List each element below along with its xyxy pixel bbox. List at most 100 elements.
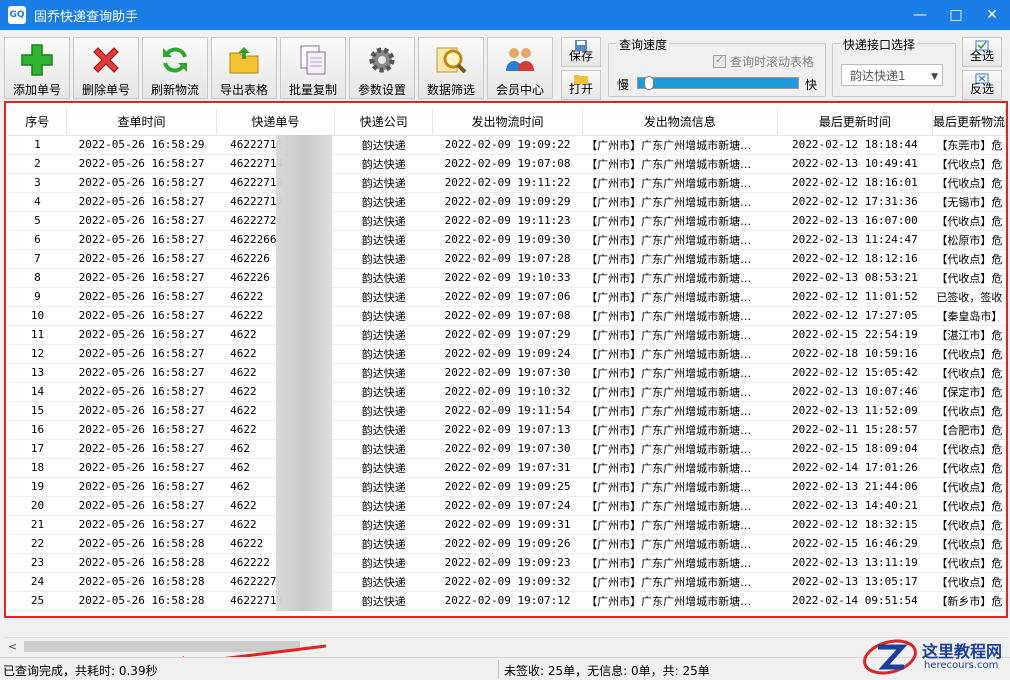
batch-copy-button[interactable]: 批量复制 [280,37,346,99]
cell-company: 韵达快递 [334,268,433,288]
speed-group-title: 查询速度 [617,36,670,53]
cell-last-info: 【代收点】危 [932,268,1006,288]
member-center-label: 会员中心 [495,83,544,97]
export-table-button[interactable]: 导出表格 [211,37,277,99]
cell-no: 22 [8,534,67,554]
column-header[interactable]: 发出物流时间 [432,109,583,136]
scroll-left-icon[interactable]: < [8,640,17,653]
table-row[interactable]: 24 2022-05-26 16:58:28 4622227 韵达快递 2022-02-… [8,572,1006,592]
scroll-table-checkbox[interactable]: 查询时滚动表格 [713,53,814,70]
table-row[interactable]: 25 2022-05-26 16:58:28 46222713 韵达快递 2022-02… [8,591,1006,611]
table-row[interactable]: 19 2022-05-26 16:58:27 462 韵达快递 2022-02-09 1… [8,477,1006,497]
add-tracking-button[interactable]: 添加单号 [4,37,70,99]
cell-ship-time: 2022-02-09 19:09:23 [432,553,583,573]
cell-ship-time: 2022-02-09 19:09:22 [432,135,583,155]
column-header[interactable]: 快递单号 [216,109,336,136]
save-icon [575,40,587,51]
table-row[interactable]: 14 2022-05-26 16:58:27 4622 韵达快递 2022-02-09 … [8,382,1006,402]
fast-label: 快 [805,78,818,92]
open-button[interactable]: 打开 [561,70,601,100]
cell-no: 10 [8,306,67,326]
minimize-button[interactable]: — [902,0,938,30]
cell-no: 16 [8,420,67,440]
table-row[interactable]: 5 2022-05-26 16:58:27 4622272! 韵达快递 2022-02-… [8,211,1006,231]
close-button[interactable]: ✕ [974,0,1010,30]
table-row[interactable]: 11 2022-05-26 16:58:27 4622 韵达快递 2022-02-09 … [8,325,1006,345]
cell-last-info: 【代收点】危 [932,211,1006,231]
table-row[interactable]: 6 2022-05-26 16:58:27 4622266 韵达快递 2022-02-0… [8,230,1006,250]
column-header[interactable]: 最后更新物流 [932,109,1006,136]
table-row[interactable]: 17 2022-05-26 16:58:27 462 韵达快递 2022-02-09 1… [8,439,1006,459]
table-row[interactable]: 3 2022-05-26 16:58:27 46222719 韵达快递 2022-02-… [8,173,1006,193]
slow-label: 慢 [617,78,630,92]
cell-last-time: 2022-02-12 17:31:36 [777,192,933,212]
member-center-button[interactable]: 会员中心 [487,37,553,99]
table-row[interactable]: 2 2022-05-26 16:58:27 46222714 韵达快递 2022-02-… [8,154,1006,174]
cell-ship-time: 2022-02-09 19:07:24 [432,496,583,516]
table-row[interactable]: 9 2022-05-26 16:58:27 46222 韵达快递 2022-02-09 … [8,287,1006,307]
cell-ship-info: 【广州市】广东广州增城市新塘… [582,306,778,326]
table-row[interactable]: 1 2022-05-26 16:58:29 4622271€ 韵达快递 2022-02-… [8,135,1006,155]
refresh-logistics-button[interactable]: 刷新物流 [142,37,208,99]
column-header[interactable]: 快递公司 [334,109,434,136]
table-row[interactable]: 18 2022-05-26 16:58:27 462 韵达快递 2022-02-09 1… [8,458,1006,478]
cell-last-time: 2022-02-13 13:05:17 [777,572,933,592]
table-body: 1 2022-05-26 16:58:29 4622271€ 韵达快递 2022-02-… [8,135,1006,611]
cell-query-time: 2022-05-26 16:58:27 [66,230,217,250]
cell-company: 韵达快递 [334,344,433,364]
cell-last-time: 2022-02-15 18:09:04 [777,439,933,459]
column-header[interactable]: 最后更新时间 [777,109,933,136]
cell-last-time: 2022-02-15 22:54:19 [777,325,933,345]
cell-last-info: 【代收点】危 [932,553,1006,573]
cell-company: 韵达快递 [334,287,433,307]
table-row[interactable]: 10 2022-05-26 16:58:27 46222 韵达快递 2022-02-09… [8,306,1006,326]
batch-copy-label: 批量复制 [288,83,337,97]
cell-last-info: 【代收点】危 [932,439,1006,459]
watermark-url: herecours.com [924,660,999,671]
table-row[interactable]: 8 2022-05-26 16:58:27 462226 韵达快递 2022-02-09… [8,268,1006,288]
delete-tracking-button[interactable]: 删除单号 [73,37,139,99]
table-row[interactable]: 22 2022-05-26 16:58:28 46222 韵达快递 2022-02-09… [8,534,1006,554]
cell-last-info: 【代收点】危 [932,154,1006,174]
table-row[interactable]: 7 2022-05-26 16:58:27 462226 韵达快递 2022-02-09… [8,249,1006,269]
table-row[interactable]: 21 2022-05-26 16:58:27 4622 韵达快递 2022-02-09 … [8,515,1006,535]
save-button[interactable]: 保存 [561,37,601,67]
cell-query-time: 2022-05-26 16:58:27 [66,496,217,516]
cell-ship-info: 【广州市】广东广州增城市新塘… [582,325,778,345]
speed-slider[interactable] [637,76,799,90]
invert-selection-button[interactable]: 反选 [962,70,1002,100]
column-header[interactable]: 查单时间 [66,109,217,136]
cell-last-time: 2022-02-13 11:52:09 [777,401,933,421]
cell-no: 11 [8,325,67,345]
cell-no: 20 [8,496,67,516]
cell-last-info: 已签收，签收 [932,287,1006,307]
cell-no: 4 [8,192,67,212]
cell-no: 12 [8,344,67,364]
table-row[interactable]: 4 2022-05-26 16:58:27 46222719 韵达快递 2022-02-… [8,192,1006,212]
column-header[interactable]: 发出物流信息 [582,109,778,136]
table-row[interactable]: 23 2022-05-26 16:58:28 462222 韵达快递 2022-02-0… [8,553,1006,573]
delete-x-icon [88,42,124,77]
cell-query-time: 2022-05-26 16:58:27 [66,363,217,383]
cell-last-time: 2022-02-12 18:18:44 [777,135,933,155]
table-row[interactable]: 12 2022-05-26 16:58:27 4622 韵达快递 2022-02-09 … [8,344,1006,364]
settings-button[interactable]: 参数设置 [349,37,415,99]
maximize-button[interactable]: □ [938,0,974,30]
table-row[interactable]: 13 2022-05-26 16:58:27 4622 韵达快递 2022-02-09 … [8,363,1006,383]
column-header[interactable]: 序号 [8,109,68,136]
speed-slider-thumb[interactable] [644,76,654,90]
select-all-button[interactable]: 全选 [962,37,1002,67]
cell-last-info: 【代收点】危 [932,496,1006,516]
api-select[interactable]: 韵达快递1 ▼ [841,64,943,86]
table-row[interactable]: 20 2022-05-26 16:58:27 4622 韵达快递 2022-02-09 … [8,496,1006,516]
cell-ship-info: 【广州市】广东广州增城市新塘… [582,477,778,497]
cell-ship-time: 2022-02-09 19:09:24 [432,344,583,364]
cell-last-time: 2022-02-12 15:05:42 [777,363,933,383]
cell-company: 韵达快递 [334,192,433,212]
cell-last-time: 2022-02-12 17:27:05 [777,306,933,326]
data-filter-button[interactable]: 数据筛选 [418,37,484,99]
table-row[interactable]: 16 2022-05-26 16:58:27 4622 韵达快递 2022-02-09 … [8,420,1006,440]
table-row[interactable]: 15 2022-05-26 16:58:27 4622 韵达快递 2022-02-09 … [8,401,1006,421]
cell-query-time: 2022-05-26 16:58:27 [66,458,217,478]
cell-company: 韵达快递 [334,230,433,250]
